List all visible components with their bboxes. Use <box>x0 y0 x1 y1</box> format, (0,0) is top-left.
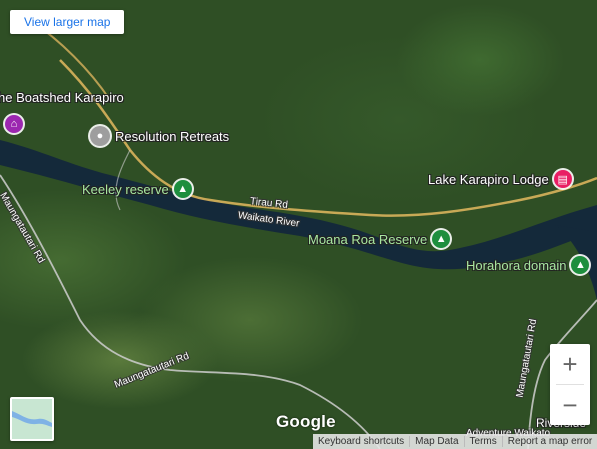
poi-label: Lake Karapiro Lodge <box>428 171 549 187</box>
report-map-error-link[interactable]: Report a map error <box>503 436 597 447</box>
zoom-out-button[interactable]: − <box>550 385 590 425</box>
poi-boatshed-karapiro[interactable]: he Boatshed Karapiro <box>0 90 124 105</box>
waikato-river <box>0 140 597 270</box>
poi-horahora-domain[interactable]: Horahora domain ▲ <box>466 256 590 274</box>
park-tree-icon: ▲ <box>173 180 192 198</box>
poi-boatshed-marker[interactable]: ⌂ <box>5 115 23 133</box>
google-logo: Google <box>276 412 336 431</box>
zoom-control: + − <box>550 344 590 425</box>
poi-label: Horahora domain <box>466 257 567 273</box>
poi-label: Keeley reserve <box>82 181 169 197</box>
map-data-link[interactable]: Map Data <box>410 436 465 447</box>
poi-keeley-reserve[interactable]: Keeley reserve ▲ <box>82 180 192 198</box>
poi-label: Resolution Retreats <box>115 128 230 144</box>
park-tree-icon: ▲ <box>571 256 590 274</box>
poi-lake-karapiro-lodge[interactable]: Lake Karapiro Lodge ▤ <box>428 170 572 188</box>
keyboard-shortcuts-link[interactable]: Keyboard shortcuts <box>313 436 411 447</box>
zoom-in-button[interactable]: + <box>550 344 590 384</box>
poi-label: he Boatshed Karapiro <box>0 90 124 105</box>
minimap-toggle[interactable] <box>10 397 54 441</box>
poi-label: Moana Roa Reserve <box>308 231 428 247</box>
map-footer: Keyboard shortcuts Map Data Terms Report… <box>313 434 597 449</box>
poi-resolution-retreats[interactable]: ● Resolution Retreats <box>90 126 229 146</box>
park-tree-icon: ▲ <box>432 230 451 248</box>
maungatautari-road-west <box>0 174 381 449</box>
map-canvas[interactable]: View larger map he Boatshed Karapiro ⌂ ●… <box>0 0 597 449</box>
view-larger-map-button[interactable]: View larger map <box>10 10 125 34</box>
terms-link[interactable]: Terms <box>465 436 503 447</box>
hotel-bed-icon: ▤ <box>553 170 572 188</box>
place-grey-icon: ● <box>90 126 110 146</box>
minimap-icon <box>12 411 52 427</box>
lodging-purple-icon: ⌂ <box>5 115 23 133</box>
poi-moana-roa-reserve[interactable]: Moana Roa Reserve ▲ <box>308 230 451 248</box>
